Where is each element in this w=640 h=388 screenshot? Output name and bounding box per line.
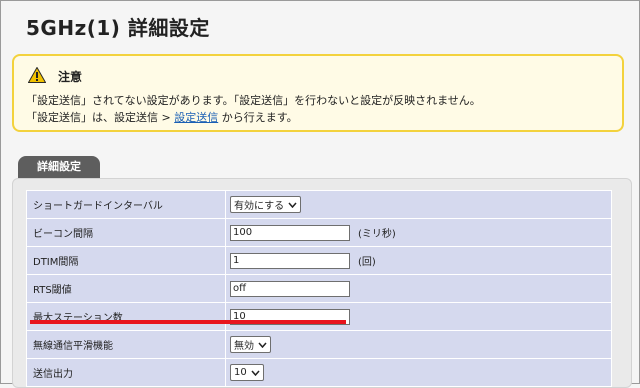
chevron-down-icon <box>288 202 297 208</box>
notice-instruction-prefix: 「設定送信」は、設定送信 > <box>26 111 175 124</box>
notice-box: 注意 「設定送信」されてない設定があります。「設定送信」を行わないと設定が反映さ… <box>12 54 624 132</box>
beacon-interval-input[interactable]: 100 <box>230 224 350 241</box>
short-guard-interval-value: 有効にする <box>234 201 285 212</box>
chevron-down-icon <box>258 342 267 348</box>
rts-threshold-input[interactable]: off <box>230 280 350 297</box>
notice-instruction: 「設定送信」は、設定送信 > 設定送信 から行えます。 <box>26 109 298 125</box>
table-row: 無線通信平滑機能 無効 <box>26 330 612 359</box>
transmit-power-select[interactable]: 10 <box>230 364 264 381</box>
highlight-underline <box>30 320 346 324</box>
notice-title: 注意 <box>58 70 83 84</box>
send-settings-link[interactable]: 設定送信 <box>174 111 218 124</box>
warning-icon <box>28 67 46 83</box>
notice-instruction-suffix: から行えます。 <box>218 111 298 124</box>
max-stations-label: 最大ステーション数 <box>26 302 226 331</box>
table-row: ビーコン間隔 100 (ミリ秒) <box>26 218 612 247</box>
table-row: ショートガードインターバル 有効にする <box>26 190 612 219</box>
rts-threshold-label: RTS閾値 <box>26 274 226 303</box>
wireless-smoothing-label: 無線通信平滑機能 <box>26 330 226 359</box>
transmit-power-value: 10 <box>234 367 247 378</box>
table-row: RTS閾値 off <box>26 274 612 303</box>
transmit-power-label: 送信出力 <box>26 358 226 387</box>
page-title: 5GHz(1) 詳細設定 <box>26 16 210 40</box>
beacon-interval-unit: (ミリ秒) <box>358 229 396 240</box>
chevron-down-icon <box>251 370 260 376</box>
dtim-interval-input[interactable]: 1 <box>230 252 350 269</box>
beacon-interval-label: ビーコン間隔 <box>26 218 226 247</box>
wireless-smoothing-value: 無効 <box>234 341 254 352</box>
tab-advanced-settings[interactable]: 詳細設定 <box>18 156 100 180</box>
table-row: 送信出力 10 <box>26 358 612 387</box>
table-row: 最大ステーション数 10 <box>26 302 612 331</box>
table-row: DTIM間隔 1 (回) <box>26 246 612 275</box>
wireless-smoothing-select[interactable]: 無効 <box>230 336 271 353</box>
short-guard-interval-select[interactable]: 有効にする <box>230 196 302 213</box>
dtim-interval-unit: (回) <box>358 257 376 268</box>
settings-table: ショートガードインターバル 有効にする ビーコン間隔 100 (ミリ秒) DTIM… <box>26 190 612 387</box>
dtim-interval-label: DTIM間隔 <box>26 246 226 275</box>
short-guard-interval-label: ショートガードインターバル <box>26 190 226 219</box>
notice-message: 「設定送信」されてない設定があります。「設定送信」を行わないと設定が反映されませ… <box>26 94 481 107</box>
